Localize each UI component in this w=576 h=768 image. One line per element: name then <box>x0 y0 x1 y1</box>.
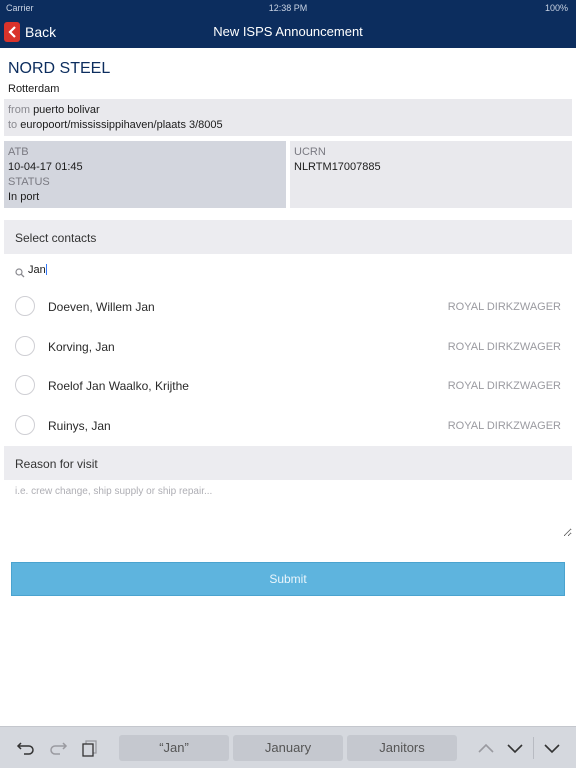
ucrn-label: UCRN <box>294 146 326 158</box>
status-bar: Carrier 12:38 PM 100% <box>0 0 576 16</box>
redo-icon[interactable] <box>48 739 68 757</box>
radio-button[interactable] <box>15 414 35 435</box>
route-to: to europoort/mississippihaven/plaats 3/8… <box>8 118 568 133</box>
undo-icon[interactable] <box>16 739 36 757</box>
suggestion-3[interactable]: Janitors <box>347 735 457 761</box>
paste-icon[interactable] <box>80 739 100 757</box>
contact-list: Doeven, Willem Jan ROYAL DIRKZWAGER Korv… <box>4 287 572 445</box>
dismiss-keyboard-icon[interactable] <box>542 739 562 757</box>
contact-org: ROYAL DIRKZWAGER <box>447 380 561 392</box>
page-title: New ISPS Announcement <box>213 24 363 39</box>
keyboard-shortcut-bar: “Jan” January Janitors <box>0 726 576 768</box>
contact-name: Korving, Jan <box>48 339 115 354</box>
route-from: from puerto bolivar <box>8 103 568 118</box>
from-value: puerto bolivar <box>33 104 100 116</box>
atb-status-panel: ATB 10-04-17 01:45 STATUS In port <box>4 141 286 208</box>
contact-row[interactable]: Korving, Jan ROYAL DIRKZWAGER <box>4 326 572 366</box>
reason-for-visit-header: Reason for visit <box>4 446 572 480</box>
reason-input[interactable] <box>4 481 572 537</box>
chevron-down-icon[interactable] <box>505 739 525 757</box>
search-query: Jan <box>28 264 46 276</box>
suggestion-2[interactable]: January <box>233 735 343 761</box>
clock: 12:38 PM <box>268 3 308 13</box>
route-panel: from puerto bolivar to europoort/mississ… <box>4 99 572 136</box>
contact-row[interactable]: Doeven, Willem Jan ROYAL DIRKZWAGER <box>4 287 572 327</box>
radio-button[interactable] <box>15 296 35 316</box>
search-icon <box>15 265 25 283</box>
ship-name: NORD STEEL <box>8 60 111 77</box>
status-label: STATUS <box>8 176 50 188</box>
contact-name: Ruinys, Jan <box>48 418 111 433</box>
radio-button[interactable] <box>15 335 35 356</box>
divider <box>533 737 534 759</box>
contact-name: Doeven, Willem Jan <box>48 300 155 314</box>
ucrn-panel: UCRN NLRTM17007885 <box>290 141 572 208</box>
contact-org: ROYAL DIRKZWAGER <box>447 340 561 353</box>
to-label: to <box>8 119 18 131</box>
from-label: from <box>8 104 30 116</box>
contact-name: Roelof Jan Waalko, Krijthe <box>48 379 189 393</box>
contact-row[interactable]: Roelof Jan Waalko, Krijthe ROYAL DIRKZWA… <box>4 366 572 406</box>
contact-search-input[interactable]: Jan <box>4 254 572 286</box>
submit-button[interactable]: Submit <box>11 562 565 596</box>
contact-row[interactable]: Ruinys, Jan ROYAL DIRKZWAGER <box>4 405 572 445</box>
nav-bar: Back New ISPS Announcement <box>0 16 576 48</box>
chevron-up-icon[interactable] <box>476 739 496 757</box>
atb-value: 10-04-17 01:45 <box>8 161 83 173</box>
ucrn-value: NLRTM17007885 <box>294 161 381 173</box>
select-contacts-header: Select contacts <box>4 220 572 254</box>
atb-label: ATB <box>8 146 29 158</box>
ship-port: Rotterdam <box>8 83 60 95</box>
contact-org: ROYAL DIRKZWAGER <box>447 419 561 432</box>
text-caret <box>45 264 47 275</box>
radio-button[interactable] <box>15 375 35 395</box>
to-value: europoort/mississippihaven/plaats 3/8005 <box>20 119 223 131</box>
battery-level: 100% <box>544 3 568 13</box>
suggestion-1[interactable]: “Jan” <box>119 735 229 761</box>
status-value: In port <box>8 191 40 203</box>
contact-org: ROYAL DIRKZWAGER <box>447 301 561 313</box>
